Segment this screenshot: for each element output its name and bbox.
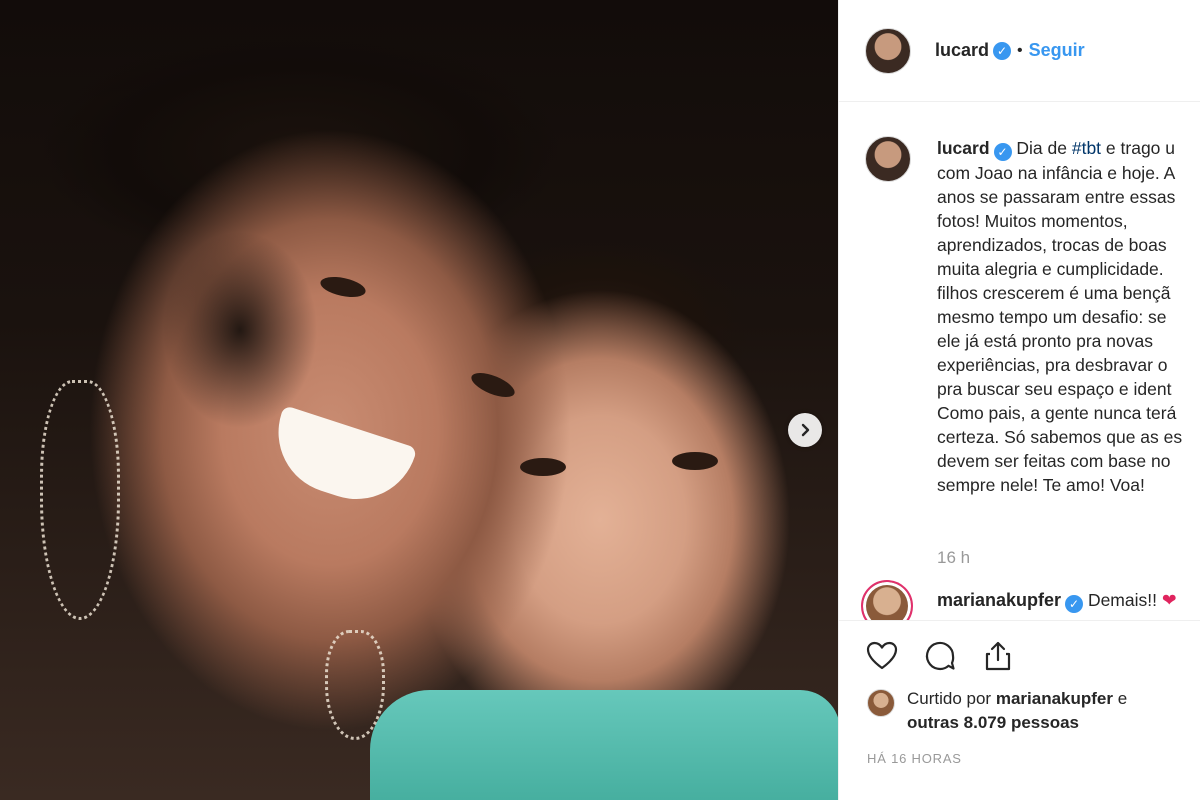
post-side-panel: lucard ✓ • Seguir lucard ✓ Dia de #tbt e … xyxy=(838,0,1200,800)
caption-line: experiências, pra desbravar o xyxy=(937,355,1168,375)
post-actions: Curtido por marianakupfer e outras 8.079… xyxy=(839,620,1200,800)
comment-body: Demais!! xyxy=(1087,590,1157,610)
caption-author-username[interactable]: lucard xyxy=(937,138,990,158)
caption-line: certeza. Só sabemos que as es xyxy=(937,427,1183,447)
comments-scroll-area[interactable]: lucard ✓ Dia de #tbt e trago u com Joao n… xyxy=(839,102,1200,620)
caption-line: filhos crescerem é uma bençã xyxy=(937,283,1171,303)
caption-line: muita alegria e cumplicidade. xyxy=(937,259,1164,279)
liker-username[interactable]: marianakupfer xyxy=(996,689,1113,708)
verified-badge-icon: ✓ xyxy=(1065,595,1084,613)
caption-line: fotos! Muitos momentos, xyxy=(937,211,1128,231)
carousel-next-button[interactable] xyxy=(788,413,822,447)
photo-earring-left xyxy=(40,380,120,620)
commenter-username[interactable]: marianakupfer xyxy=(937,590,1061,610)
caption-line: Dia de #tbt e trago u xyxy=(1016,138,1176,158)
caption-line: com Joao na infância e hoje. A xyxy=(937,163,1176,183)
hashtag-link[interactable]: #tbt xyxy=(1072,138,1101,158)
caption-text: lucard ✓ Dia de #tbt e trago u com Joao n… xyxy=(937,136,1200,497)
photo-eye xyxy=(520,458,566,476)
likes-text: Curtido por marianakupfer e outras 8.079… xyxy=(907,687,1127,735)
heart-icon[interactable] xyxy=(865,639,899,673)
caption-line: devem ser feitas com base no xyxy=(937,451,1171,471)
photo-eye xyxy=(468,368,518,402)
comment-item: marianakupfer ✓ Demais!! ❤ xyxy=(861,580,1177,620)
caption-line: mesmo tempo um desafio: se xyxy=(937,307,1167,327)
caption-first-line: lucard ✓ Dia de #tbt e trago u xyxy=(937,136,1200,161)
author-username[interactable]: lucard xyxy=(935,40,989,61)
caption-author-avatar[interactable] xyxy=(865,136,911,182)
caption-line: pra buscar seu espaço e ident xyxy=(937,379,1172,399)
share-icon[interactable] xyxy=(981,639,1015,673)
chevron-right-icon xyxy=(801,423,810,437)
liker-avatar[interactable] xyxy=(867,689,895,717)
caption-line: aprendizados, trocas de boas xyxy=(937,235,1167,255)
comment-bubble-icon[interactable] xyxy=(923,639,957,673)
post-header: lucard ✓ • Seguir xyxy=(839,0,1200,102)
caption: lucard ✓ Dia de #tbt e trago u com Joao n… xyxy=(865,136,1200,497)
heart-emoji-icon: ❤ xyxy=(1161,590,1177,610)
author-names: lucard ✓ • Seguir xyxy=(935,40,1085,61)
verified-badge-icon: ✓ xyxy=(993,143,1012,161)
photo-smile xyxy=(262,405,418,515)
follow-button[interactable]: Seguir xyxy=(1029,40,1085,61)
separator-dot: • xyxy=(1017,41,1023,59)
comment-text: marianakupfer ✓ Demais!! ❤ xyxy=(937,590,1177,613)
photo-eye xyxy=(318,273,368,301)
likes-summary: Curtido por marianakupfer e outras 8.079… xyxy=(867,687,1127,735)
verified-badge-icon: ✓ xyxy=(993,41,1012,60)
caption-line: Como pais, a gente nunca terá xyxy=(937,403,1177,423)
post-photo[interactable] xyxy=(0,0,838,800)
caption-line: sempre nele! Te amo! Voa! xyxy=(937,475,1145,495)
action-icons xyxy=(865,639,1015,673)
likes-others-link[interactable]: outras 8.079 pessoas xyxy=(907,713,1079,732)
photo-eye xyxy=(672,452,718,470)
likes-prefix: Curtido por xyxy=(907,689,992,708)
author-avatar[interactable] xyxy=(865,27,911,74)
caption-line: ele já está pronto pra novas xyxy=(937,331,1153,351)
commenter-avatar[interactable] xyxy=(861,580,913,620)
caption-line: anos se passaram entre essas xyxy=(937,187,1176,207)
photo-shirt xyxy=(370,690,838,800)
photo-earring-right xyxy=(325,630,385,740)
caption-timestamp[interactable]: 16 h xyxy=(937,548,970,568)
post-date[interactable]: HÁ 16 HORAS xyxy=(867,751,962,766)
likes-connector: e xyxy=(1117,689,1128,708)
